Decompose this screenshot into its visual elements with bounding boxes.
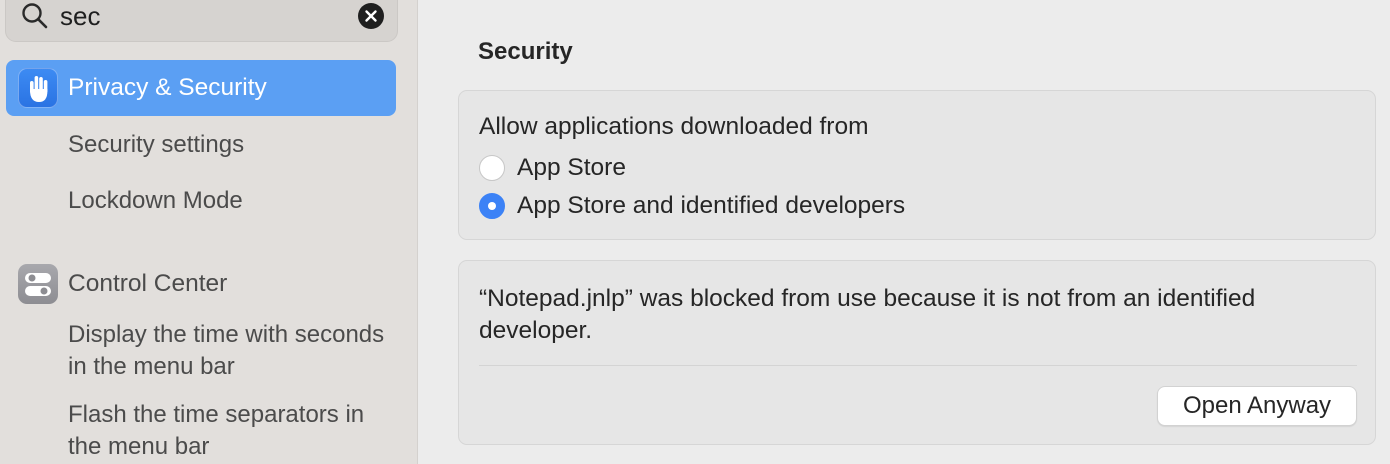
radio-option-app-store[interactable]: App Store: [479, 153, 626, 183]
sidebar-item-label: Privacy & Security: [68, 74, 267, 101]
radio-button-selected[interactable]: [479, 193, 505, 219]
blocked-message: “Notepad.jnlp” was blocked from use beca…: [479, 285, 1256, 344]
radio-button[interactable]: [479, 155, 505, 181]
sidebar-subitem-lockdown-mode[interactable]: Lockdown Mode: [68, 185, 398, 217]
toggles-icon: [18, 264, 58, 304]
clear-search-icon[interactable]: [358, 3, 384, 29]
sidebar-subitem-security-settings[interactable]: Security settings: [68, 129, 398, 161]
section-title: Security: [478, 38, 573, 65]
sidebar-item-label: Control Center: [68, 270, 228, 297]
main-pane: Security Allow applications downloaded f…: [418, 0, 1390, 464]
sidebar-subitem-flash-separators[interactable]: Flash the time separators in the menu ba…: [68, 399, 398, 463]
sidebar-subitem-display-seconds[interactable]: Display the time with seconds in the men…: [68, 319, 398, 383]
hand-raised-icon: [18, 68, 58, 108]
search-input[interactable]: sec: [60, 1, 100, 31]
radio-option-identified-developers[interactable]: App Store and identified developers: [479, 191, 905, 221]
radio-label: App Store: [517, 154, 626, 181]
sidebar-item-control-center[interactable]: Control Center: [6, 262, 396, 306]
allow-apps-card: Allow applications downloaded from App S…: [458, 90, 1376, 240]
open-anyway-button[interactable]: Open Anyway: [1157, 386, 1357, 426]
allow-apps-heading: Allow applications downloaded from: [479, 113, 869, 140]
divider: [479, 365, 1357, 366]
search-field[interactable]: sec: [5, 0, 398, 42]
radio-label: App Store and identified developers: [517, 192, 906, 219]
sidebar-item-privacy-security[interactable]: Privacy & Security: [6, 60, 396, 116]
blocked-app-card: “Notepad.jnlp” was blocked from use beca…: [458, 260, 1376, 445]
sidebar: sec Privacy & Security Security settings…: [0, 0, 418, 464]
search-icon: [20, 1, 50, 31]
